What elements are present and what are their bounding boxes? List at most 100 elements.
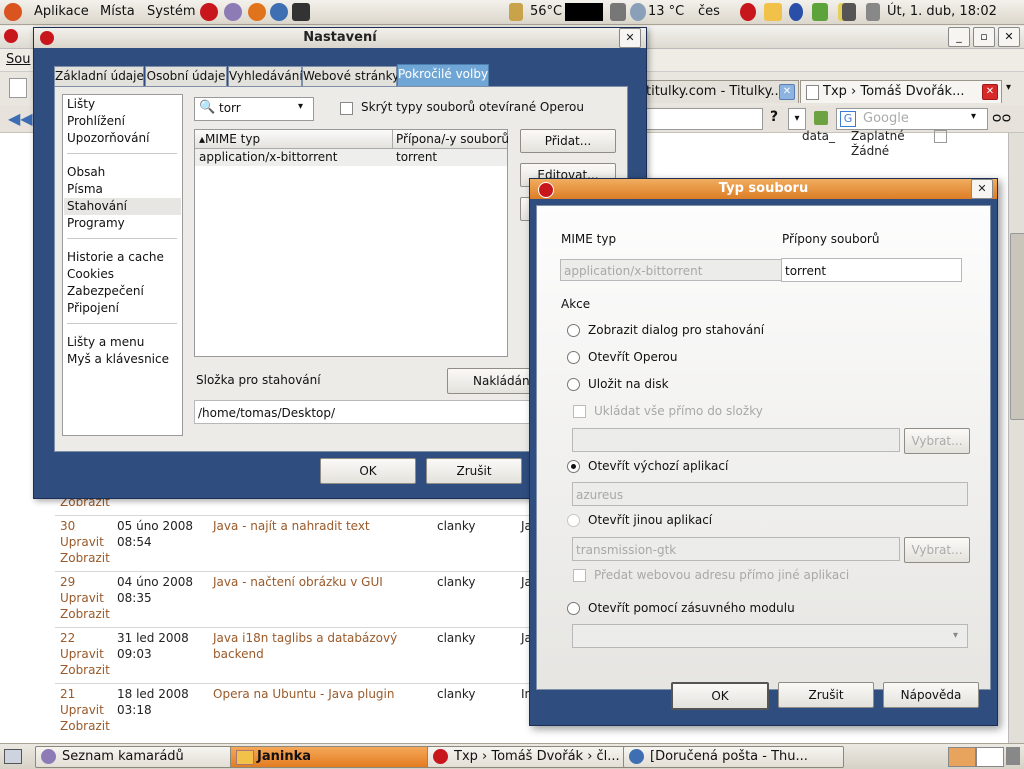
- help-icon[interactable]: ?: [764, 109, 784, 127]
- tab-personal[interactable]: Osobní údaje: [145, 66, 227, 87]
- keyboard-layout[interactable]: čes: [698, 4, 720, 19]
- minimize-button[interactable]: _: [948, 27, 970, 47]
- scrollbar-thumb[interactable]: [1010, 233, 1024, 420]
- row-id[interactable]: 21: [60, 687, 75, 701]
- system-monitor-graph[interactable]: [565, 3, 603, 21]
- menu-aplikace[interactable]: Aplikace: [34, 4, 89, 19]
- weather-temp[interactable]: 13 °C: [648, 4, 684, 19]
- plugin-select[interactable]: ▾: [572, 624, 968, 648]
- wand-icon[interactable]: [814, 111, 828, 125]
- category-item[interactable]: Upozorňování: [67, 131, 149, 145]
- search-field[interactable]: G Google ▾: [836, 108, 988, 130]
- row-id[interactable]: 22: [60, 631, 75, 645]
- address-field[interactable]: [645, 108, 763, 130]
- row-id[interactable]: 30: [60, 519, 75, 533]
- category-item[interactable]: Připojení: [67, 301, 119, 315]
- bluetooth-icon[interactable]: [789, 3, 803, 21]
- category-item[interactable]: Obsah: [67, 165, 105, 179]
- close-button[interactable]: ✕: [619, 28, 641, 48]
- maximize-button[interactable]: ▫: [973, 27, 995, 47]
- workspace-switcher[interactable]: [948, 747, 976, 767]
- chat-tray-icon[interactable]: [764, 3, 782, 21]
- add-button[interactable]: Přidat...: [520, 129, 616, 153]
- row-title-cont[interactable]: backend: [213, 647, 264, 661]
- opera-launcher-icon[interactable]: [200, 3, 218, 21]
- glasses-icon[interactable]: ᴑᴑ: [992, 110, 1011, 126]
- row-link-edit[interactable]: Upravit: [60, 647, 104, 661]
- download-folder-input[interactable]: /home/tomas/Desktop/: [194, 400, 574, 424]
- page-scrollbar[interactable]: [1008, 133, 1024, 743]
- category-item[interactable]: Prohlížení: [67, 114, 125, 128]
- category-item[interactable]: Historie a cache: [67, 250, 164, 264]
- thunderbird-launcher-icon[interactable]: [270, 3, 288, 21]
- row-link-view[interactable]: Zobrazit: [60, 719, 110, 733]
- row-link-edit[interactable]: Upravit: [60, 535, 104, 549]
- taskbar-janinka[interactable]: Janinka: [230, 746, 451, 768]
- ok-button[interactable]: OK: [320, 458, 416, 484]
- tab-close-icon[interactable]: ✕: [779, 84, 795, 100]
- trash-applet-icon[interactable]: [1006, 747, 1020, 765]
- partial-checkbox[interactable]: [934, 130, 947, 143]
- close-button[interactable]: ✕: [998, 27, 1020, 47]
- tab-close-icon[interactable]: ✕: [982, 84, 998, 100]
- trash-dropdown-icon[interactable]: ▾: [1006, 82, 1011, 93]
- radio-open-plugin[interactable]: [567, 602, 580, 615]
- row-link-view[interactable]: Zobrazit: [60, 607, 110, 621]
- radio-open-with-opera[interactable]: [567, 351, 580, 364]
- category-item[interactable]: Lišty a menu: [67, 335, 144, 349]
- radio-save-to-disk[interactable]: [567, 378, 580, 391]
- ok-button[interactable]: OK: [671, 682, 769, 710]
- tab-txp[interactable]: Txp › Tomáš Dvořák... ✕: [800, 80, 1002, 103]
- tab-websites[interactable]: Webové stránky: [302, 66, 399, 87]
- save-direct-checkbox[interactable]: [573, 405, 586, 418]
- volume-icon[interactable]: [866, 3, 880, 21]
- battery-icon[interactable]: [812, 3, 828, 21]
- back-icon[interactable]: ◀◀: [8, 109, 33, 128]
- category-item[interactable]: Cookies: [67, 267, 114, 281]
- table-row[interactable]: application/x-bittorrent torrent: [195, 149, 507, 166]
- tab-basic[interactable]: Základní údaje: [54, 66, 144, 87]
- category-item[interactable]: Lišty: [67, 97, 95, 111]
- tab-search[interactable]: Vyhledávání: [228, 66, 303, 87]
- weather-icon[interactable]: [630, 3, 646, 21]
- category-item[interactable]: Programy: [67, 216, 125, 230]
- menu-mista[interactable]: Místa: [100, 4, 135, 19]
- hide-types-checkbox[interactable]: [340, 102, 353, 115]
- row-title[interactable]: Java i18n taglibs a databázový: [213, 631, 397, 645]
- tab-advanced[interactable]: Pokročilé volby: [397, 64, 489, 87]
- category-item[interactable]: Zabezpečení: [67, 284, 144, 298]
- mime-search-combo[interactable]: 🔍 torr ▾: [194, 97, 314, 121]
- category-item[interactable]: Písma: [67, 182, 103, 196]
- display-icon[interactable]: [842, 3, 856, 21]
- row-link-view[interactable]: Zobrazit: [60, 663, 110, 677]
- row-link-edit[interactable]: Upravit: [60, 591, 104, 605]
- close-button[interactable]: ✕: [971, 179, 993, 199]
- radio-open-default-app[interactable]: [567, 460, 580, 473]
- search-dropdown-icon[interactable]: ▾: [971, 111, 976, 122]
- tab-titulky[interactable]: titulky.com - Titulky... ✕: [645, 80, 799, 103]
- row-title[interactable]: Java - najít a nahradit text: [213, 519, 370, 533]
- radio-open-other-app[interactable]: [567, 514, 580, 527]
- row-id[interactable]: 29: [60, 575, 75, 589]
- column-header-ext[interactable]: Přípona/-y souborů: [396, 132, 509, 146]
- radio-show-download-dialog[interactable]: [567, 324, 580, 337]
- new-page-icon[interactable]: [9, 78, 27, 98]
- help-button[interactable]: Nápověda: [883, 682, 979, 708]
- opera-tray-icon[interactable]: [740, 3, 756, 21]
- extensions-input[interactable]: torrent: [781, 258, 962, 282]
- pidgin-launcher-icon[interactable]: [224, 3, 242, 21]
- taskbar-opera[interactable]: Txp › Tomáš Dvořák › čl...: [427, 746, 647, 768]
- pass-url-checkbox[interactable]: [573, 569, 586, 582]
- firefox-launcher-icon[interactable]: [248, 3, 266, 21]
- menu-soubor[interactable]: Sou: [6, 52, 30, 67]
- taskbar-thunderbird[interactable]: [Doručená pošta - Thu...: [623, 746, 844, 768]
- column-header-mime[interactable]: ▴MIME typ: [199, 132, 260, 146]
- terminal-launcher-icon[interactable]: [292, 3, 310, 21]
- address-dropdown-icon[interactable]: ▾: [788, 108, 806, 130]
- chevron-down-icon[interactable]: ▾: [298, 101, 303, 112]
- clock[interactable]: Út, 1. dub, 18:02: [887, 4, 997, 19]
- category-item-selected[interactable]: Stahování: [67, 199, 127, 213]
- category-item[interactable]: Myš a klávesnice: [67, 352, 169, 366]
- cancel-button[interactable]: Zrušit: [426, 458, 522, 484]
- row-link-edit[interactable]: Upravit: [60, 703, 104, 717]
